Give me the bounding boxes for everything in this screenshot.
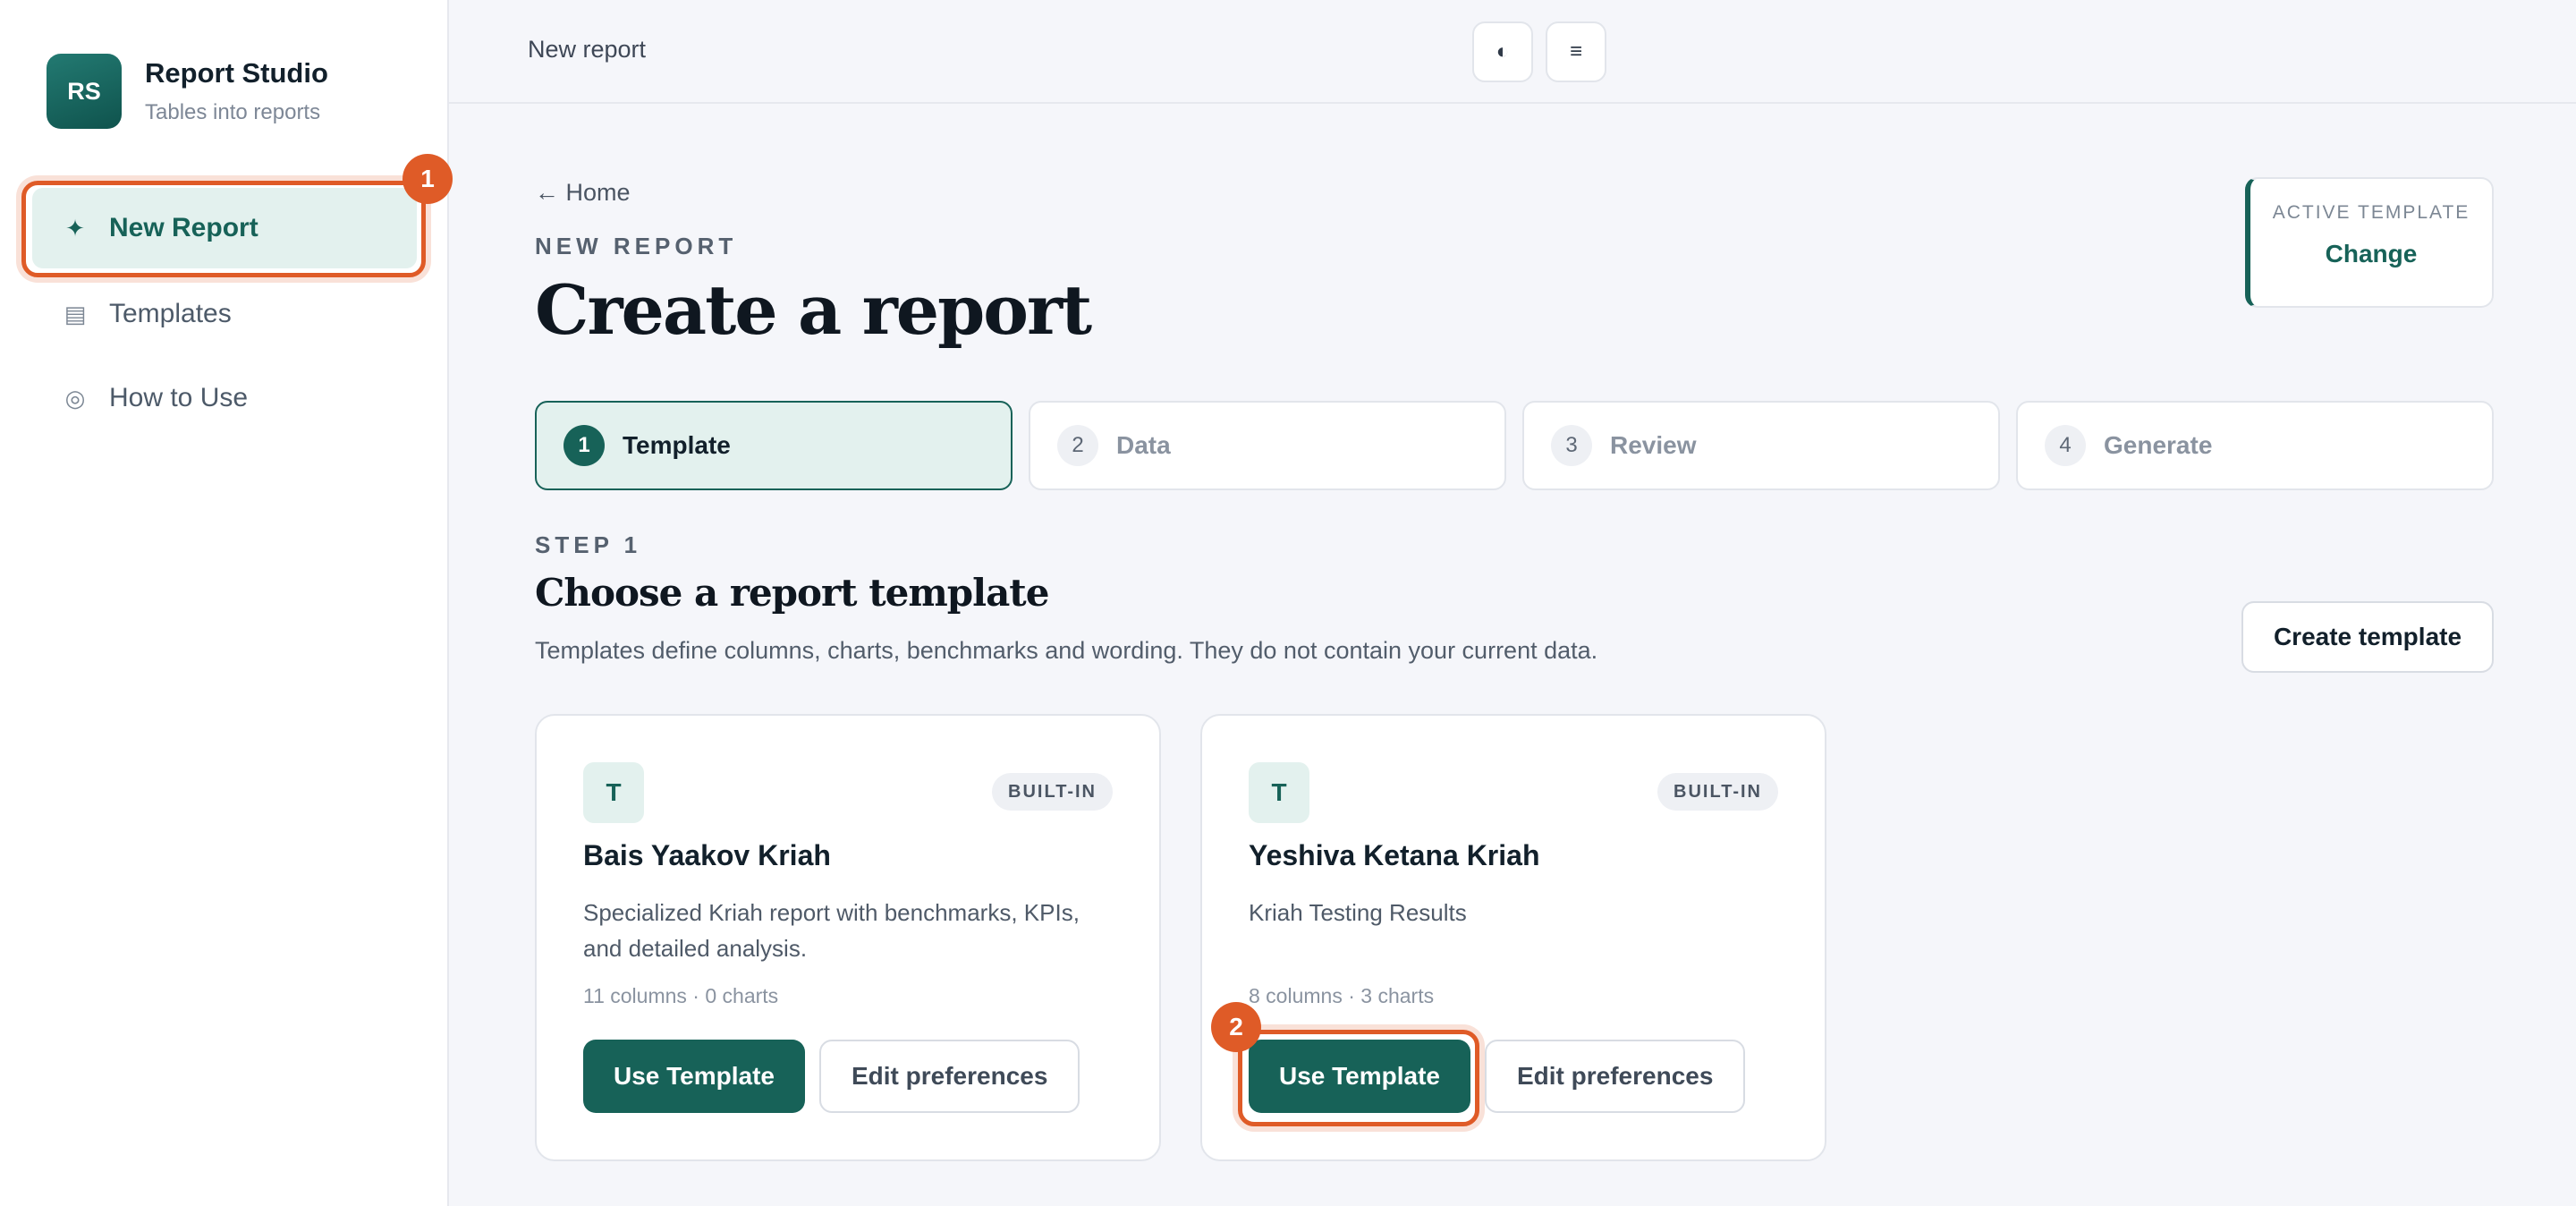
step-number: 2: [1057, 425, 1098, 466]
step-data[interactable]: 2 Data: [1029, 401, 1506, 490]
topbar: New report ◐ ≡: [449, 0, 2576, 104]
step-label: Review: [1610, 431, 1697, 459]
step-label: Generate: [2104, 431, 2213, 459]
menu-icon: ≡: [1569, 39, 1582, 64]
page-eyebrow: NEW REPORT: [535, 233, 738, 259]
sidebar-item-templates[interactable]: ▤ Templates: [32, 274, 417, 354]
active-template-panel: ACTIVE TEMPLATE Change: [2245, 177, 2494, 308]
template-meta: 11 columns · 0 charts: [583, 984, 779, 1007]
table-icon: ▤: [64, 300, 87, 327]
template-icon: T: [583, 762, 644, 823]
template-actions: Use Template Edit preferences: [583, 1040, 1080, 1113]
brand-text: Report Studio Tables into reports: [145, 57, 328, 125]
annotation-highlight-2: [1238, 1030, 1479, 1126]
section-eyebrow: STEP 1: [535, 531, 642, 558]
annotation-highlight-1: [21, 181, 426, 277]
brand-name: Report Studio: [145, 57, 328, 89]
section-title: Choose a report template: [535, 571, 1049, 615]
back-home-link[interactable]: ← Home: [535, 179, 631, 207]
built-in-badge: BUILT-IN: [1657, 773, 1778, 811]
step-label: Data: [1116, 431, 1171, 459]
edit-preferences-button[interactable]: Edit preferences: [819, 1040, 1080, 1113]
brand-logo: RS: [47, 54, 122, 129]
section-description: Templates define columns, charts, benchm…: [535, 637, 1598, 664]
template-name: Yeshiva Ketana Kriah: [1249, 839, 1540, 871]
step-number: 1: [564, 425, 605, 466]
sidebar-item-label: How to Use: [109, 383, 249, 412]
template-meta: 8 columns · 3 charts: [1249, 984, 1435, 1007]
menu-button[interactable]: ≡: [1546, 21, 1606, 82]
edit-preferences-button[interactable]: Edit preferences: [1485, 1040, 1746, 1113]
contrast-icon: ◐: [1496, 39, 1510, 64]
brand[interactable]: RS Report Studio Tables into reports: [47, 54, 328, 129]
stepper: 1 Template 2 Data 3 Review 4 Generate: [535, 401, 2494, 490]
template-icon: T: [1249, 762, 1309, 823]
step-generate[interactable]: 4 Generate: [2016, 401, 2494, 490]
theme-toggle-button[interactable]: ◐: [1472, 21, 1533, 82]
page-title: Create a report: [535, 270, 1092, 350]
active-template-label: ACTIVE TEMPLATE: [2272, 202, 2470, 223]
help-circle-icon: ◎: [64, 384, 86, 412]
sidebar-item-label: Templates: [109, 299, 232, 328]
built-in-badge: BUILT-IN: [992, 773, 1113, 811]
use-template-button[interactable]: Use Template: [583, 1040, 805, 1113]
annotation-badge-2: 2: [1211, 1002, 1261, 1052]
annotation-badge-1: 1: [402, 154, 453, 204]
template-description: Kriah Testing Results: [1249, 899, 1467, 926]
step-label: Template: [623, 431, 731, 459]
template-name: Bais Yaakov Kriah: [583, 839, 831, 871]
change-template-button[interactable]: Change: [2250, 240, 2492, 268]
template-description: Specialized Kriah report with benchmarks…: [583, 899, 1080, 962]
sidebar-item-how-to-use[interactable]: ◎ How to Use: [32, 358, 417, 438]
step-template[interactable]: 1 Template: [535, 401, 1013, 490]
template-card-bais-yaakov: T BUILT-IN Bais Yaakov Kriah Specialized…: [535, 714, 1161, 1161]
create-template-button[interactable]: Create template: [2241, 601, 2494, 673]
step-number: 3: [1551, 425, 1592, 466]
topbar-title: New report: [528, 36, 647, 63]
step-number: 4: [2045, 425, 2086, 466]
step-review[interactable]: 3 Review: [1522, 401, 2000, 490]
brand-tagline: Tables into reports: [145, 100, 321, 124]
